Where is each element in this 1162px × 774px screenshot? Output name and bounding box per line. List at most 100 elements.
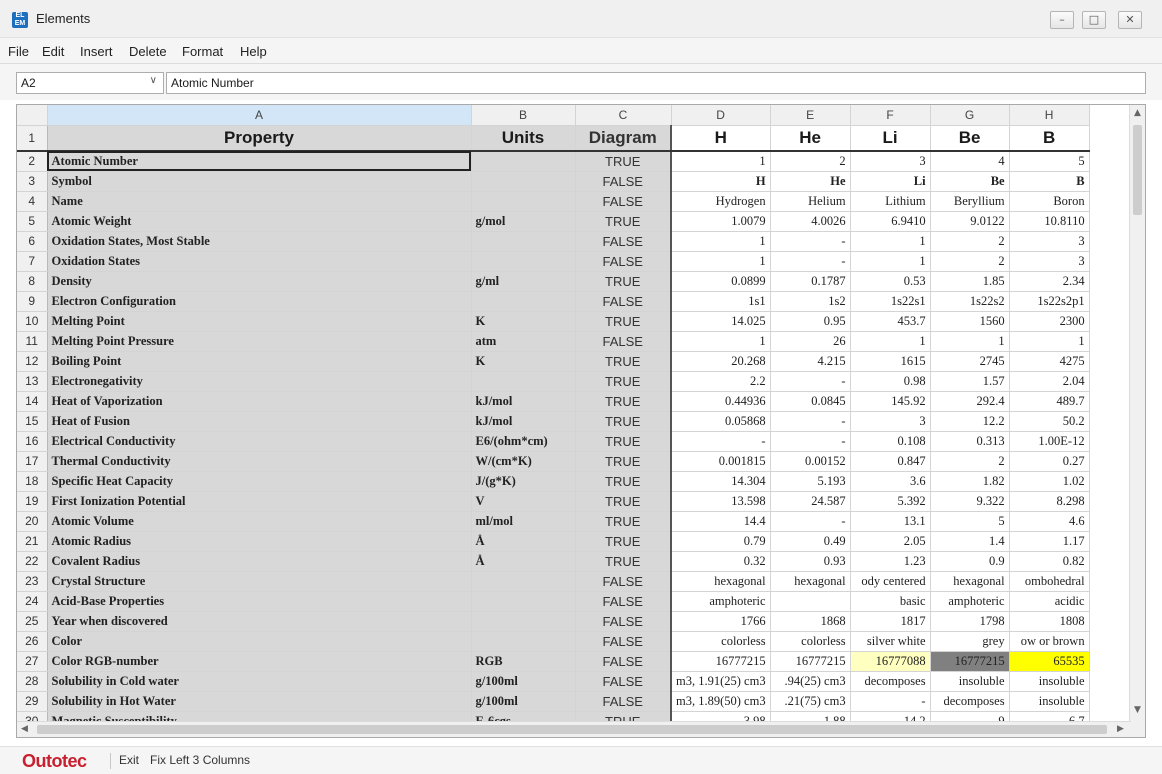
property-cell[interactable]: Heat of Vaporization bbox=[47, 391, 472, 412]
value-cell[interactable]: 1798 bbox=[930, 611, 1010, 632]
property-cell[interactable]: Color RGB-number bbox=[47, 651, 472, 672]
units-cell[interactable] bbox=[471, 251, 576, 272]
maximize-icon[interactable]: □ bbox=[1082, 11, 1106, 29]
diagram-cell[interactable]: TRUE bbox=[575, 311, 672, 332]
property-cell[interactable]: Electronegativity bbox=[47, 371, 472, 392]
diagram-cell[interactable]: TRUE bbox=[575, 491, 672, 512]
value-cell[interactable]: amphoteric bbox=[930, 591, 1010, 612]
value-cell[interactable]: 3 bbox=[850, 411, 931, 432]
units-cell[interactable]: kJ/mol bbox=[471, 411, 576, 432]
row-header[interactable]: 1 bbox=[17, 125, 48, 152]
value-cell[interactable]: 1868 bbox=[770, 611, 851, 632]
value-cell[interactable]: 1s22s2 bbox=[930, 291, 1010, 312]
value-cell[interactable]: 5 bbox=[1009, 151, 1090, 172]
value-cell[interactable]: 2745 bbox=[930, 351, 1010, 372]
row-header[interactable]: 27 bbox=[17, 651, 48, 672]
property-cell[interactable]: Covalent Radius bbox=[47, 551, 472, 572]
value-cell[interactable]: 2300 bbox=[1009, 311, 1090, 332]
value-cell[interactable]: 0.0899 bbox=[671, 271, 771, 292]
value-cell[interactable]: .21(75) cm3 bbox=[770, 691, 851, 712]
menu-insert[interactable]: Insert bbox=[80, 44, 113, 59]
row-header[interactable]: 7 bbox=[17, 251, 48, 272]
value-cell[interactable]: 24.587 bbox=[770, 491, 851, 512]
diagram-cell[interactable]: TRUE bbox=[575, 411, 672, 432]
menu-delete[interactable]: Delete bbox=[129, 44, 167, 59]
value-cell[interactable]: 4.0026 bbox=[770, 211, 851, 232]
property-cell[interactable]: Atomic Number bbox=[47, 151, 472, 172]
row-header[interactable]: 18 bbox=[17, 471, 48, 492]
property-cell[interactable]: Electron Configuration bbox=[47, 291, 472, 312]
header-cell[interactable]: Be bbox=[930, 125, 1010, 152]
value-cell[interactable]: 2 bbox=[930, 231, 1010, 252]
value-cell[interactable]: Boron bbox=[1009, 191, 1090, 212]
row-header[interactable]: 29 bbox=[17, 691, 48, 712]
row-header[interactable]: 20 bbox=[17, 511, 48, 532]
row-header[interactable]: 11 bbox=[17, 331, 48, 352]
row-header[interactable]: 8 bbox=[17, 271, 48, 292]
value-cell[interactable]: 10.8110 bbox=[1009, 211, 1090, 232]
value-cell[interactable]: 2 bbox=[930, 251, 1010, 272]
value-cell[interactable]: 489.7 bbox=[1009, 391, 1090, 412]
value-cell[interactable]: amphoteric bbox=[671, 591, 771, 612]
value-cell[interactable]: 453.7 bbox=[850, 311, 931, 332]
spreadsheet-grid[interactable]: A B C D E F G H 1 Property Units Diagram H He Li Be B 2 At… bbox=[16, 104, 1146, 738]
value-cell[interactable]: 1s2 bbox=[770, 291, 851, 312]
menu-format[interactable]: Format bbox=[182, 44, 223, 59]
row-header[interactable]: 26 bbox=[17, 631, 48, 652]
row-header[interactable]: 17 bbox=[17, 451, 48, 472]
units-cell[interactable] bbox=[471, 191, 576, 212]
diagram-cell[interactable]: TRUE bbox=[575, 271, 672, 292]
value-cell[interactable]: Beryllium bbox=[930, 191, 1010, 212]
header-cell[interactable]: He bbox=[770, 125, 851, 152]
value-cell[interactable]: ombohedral bbox=[1009, 571, 1090, 592]
value-cell[interactable]: 0.9 bbox=[930, 551, 1010, 572]
row-header[interactable]: 4 bbox=[17, 191, 48, 212]
diagram-cell[interactable]: TRUE bbox=[575, 391, 672, 412]
value-cell[interactable]: 12.2 bbox=[930, 411, 1010, 432]
diagram-cell[interactable]: FALSE bbox=[575, 611, 672, 632]
scroll-up-icon[interactable]: ▲ bbox=[1134, 108, 1141, 118]
header-cell[interactable]: B bbox=[1009, 125, 1090, 152]
units-cell[interactable] bbox=[471, 631, 576, 652]
property-cell[interactable]: Oxidation States, Most Stable bbox=[47, 231, 472, 252]
header-cell[interactable]: Property bbox=[47, 125, 472, 152]
value-cell[interactable]: 13.1 bbox=[850, 511, 931, 532]
value-cell[interactable]: 14.025 bbox=[671, 311, 771, 332]
value-cell[interactable]: 8.298 bbox=[1009, 491, 1090, 512]
value-cell[interactable]: 1 bbox=[671, 231, 771, 252]
value-cell[interactable] bbox=[770, 591, 851, 612]
value-cell[interactable]: - bbox=[770, 431, 851, 452]
value-cell[interactable]: 0.847 bbox=[850, 451, 931, 472]
row-header[interactable]: 22 bbox=[17, 551, 48, 572]
diagram-cell[interactable]: TRUE bbox=[575, 511, 672, 532]
value-cell[interactable]: 0.82 bbox=[1009, 551, 1090, 572]
value-cell[interactable]: 9.322 bbox=[930, 491, 1010, 512]
row-header[interactable]: 16 bbox=[17, 431, 48, 452]
diagram-cell[interactable]: TRUE bbox=[575, 151, 672, 172]
value-cell[interactable]: 0.05868 bbox=[671, 411, 771, 432]
row-header[interactable]: 13 bbox=[17, 371, 48, 392]
property-cell[interactable]: Oxidation States bbox=[47, 251, 472, 272]
value-cell[interactable]: m3, 1.91(25) cm3 bbox=[671, 671, 771, 692]
value-cell[interactable]: - bbox=[770, 371, 851, 392]
property-cell[interactable]: Atomic Volume bbox=[47, 511, 472, 532]
value-cell[interactable]: 1 bbox=[930, 331, 1010, 352]
value-cell[interactable]: 1 bbox=[850, 331, 931, 352]
value-cell[interactable]: 2 bbox=[770, 151, 851, 172]
value-cell[interactable]: 1.0079 bbox=[671, 211, 771, 232]
column-header-g[interactable]: G bbox=[930, 105, 1010, 126]
value-cell[interactable]: 3 bbox=[1009, 231, 1090, 252]
value-cell[interactable]: He bbox=[770, 171, 851, 192]
header-cell[interactable]: H bbox=[671, 125, 771, 152]
property-cell[interactable]: Density bbox=[47, 271, 472, 292]
property-cell[interactable]: First Ionization Potential bbox=[47, 491, 472, 512]
units-cell[interactable]: g/100ml bbox=[471, 691, 576, 712]
row-header[interactable]: 15 bbox=[17, 411, 48, 432]
value-cell[interactable]: ow or brown bbox=[1009, 631, 1090, 652]
value-cell[interactable]: 16777215 bbox=[770, 651, 851, 672]
value-cell[interactable]: 1s22s2p1 bbox=[1009, 291, 1090, 312]
value-cell[interactable]: 9.0122 bbox=[930, 211, 1010, 232]
value-cell[interactable]: 4.215 bbox=[770, 351, 851, 372]
header-cell[interactable]: Li bbox=[850, 125, 931, 152]
diagram-cell[interactable]: FALSE bbox=[575, 291, 672, 312]
